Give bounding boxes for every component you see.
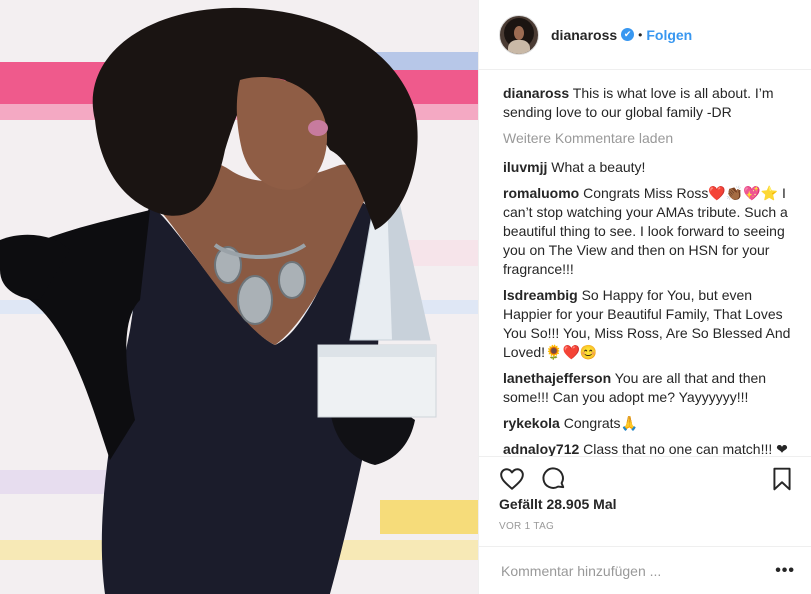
comment-username[interactable]: lanethajefferson <box>503 370 611 386</box>
post-header: dianaross ✔ • Folgen <box>479 0 811 70</box>
comment-composer: ••• <box>479 546 811 594</box>
comment-bubble-icon[interactable] <box>541 466 567 492</box>
comment-item: rykekola Congrats🙏 <box>503 414 791 433</box>
header-separator: • <box>638 27 643 42</box>
post-side-panel: dianaross ✔ • Folgen dianaross This is w… <box>478 0 811 594</box>
post-actions-bar <box>479 456 811 496</box>
add-comment-input[interactable] <box>499 561 776 580</box>
comment-username[interactable]: iluvmjj <box>503 159 547 175</box>
follow-button[interactable]: Folgen <box>646 27 692 43</box>
post-photo[interactable] <box>0 0 478 594</box>
comment-item: iluvmjj What a beauty! <box>503 158 791 177</box>
load-more-comments-button[interactable]: Weitere Kommentare laden <box>503 129 791 148</box>
comment-username[interactable]: rykekola <box>503 415 560 431</box>
header-username[interactable]: dianaross <box>551 27 617 43</box>
verified-badge-icon: ✔ <box>621 28 635 41</box>
comment-text: Congrats🙏 <box>563 415 638 431</box>
profile-avatar[interactable] <box>499 14 539 55</box>
caption-username[interactable]: dianaross <box>503 85 569 101</box>
comment-item: lanethajefferson You are all that and th… <box>503 369 791 407</box>
comment-text: What a beauty! <box>551 159 646 175</box>
comment-item: adnaloy712 Class that no one can match!!… <box>503 440 791 456</box>
comment-username[interactable]: adnaloy712 <box>503 441 579 456</box>
likes-count[interactable]: Gefällt 28.905 Mal <box>499 496 617 512</box>
bookmark-icon[interactable] <box>769 466 795 492</box>
post-date[interactable]: VOR 1 TAG <box>499 521 554 532</box>
comments-list[interactable]: dianaross This is what love is all about… <box>479 70 811 456</box>
comment-username[interactable]: lsdreambig <box>503 287 578 303</box>
heart-outline-icon[interactable] <box>499 466 525 492</box>
photo-illustration <box>0 0 478 594</box>
more-options-icon[interactable]: ••• <box>775 562 795 580</box>
comment-item: romaluomo Congrats Miss Ross❤️👏🏾💖⭐ I can… <box>503 184 791 279</box>
comment-username[interactable]: romaluomo <box>503 185 579 201</box>
comment-item: lsdreambig So Happy for You, but even Ha… <box>503 286 791 362</box>
instagram-post: dianaross ✔ • Folgen dianaross This is w… <box>0 0 811 594</box>
caption: dianaross This is what love is all about… <box>503 84 791 122</box>
